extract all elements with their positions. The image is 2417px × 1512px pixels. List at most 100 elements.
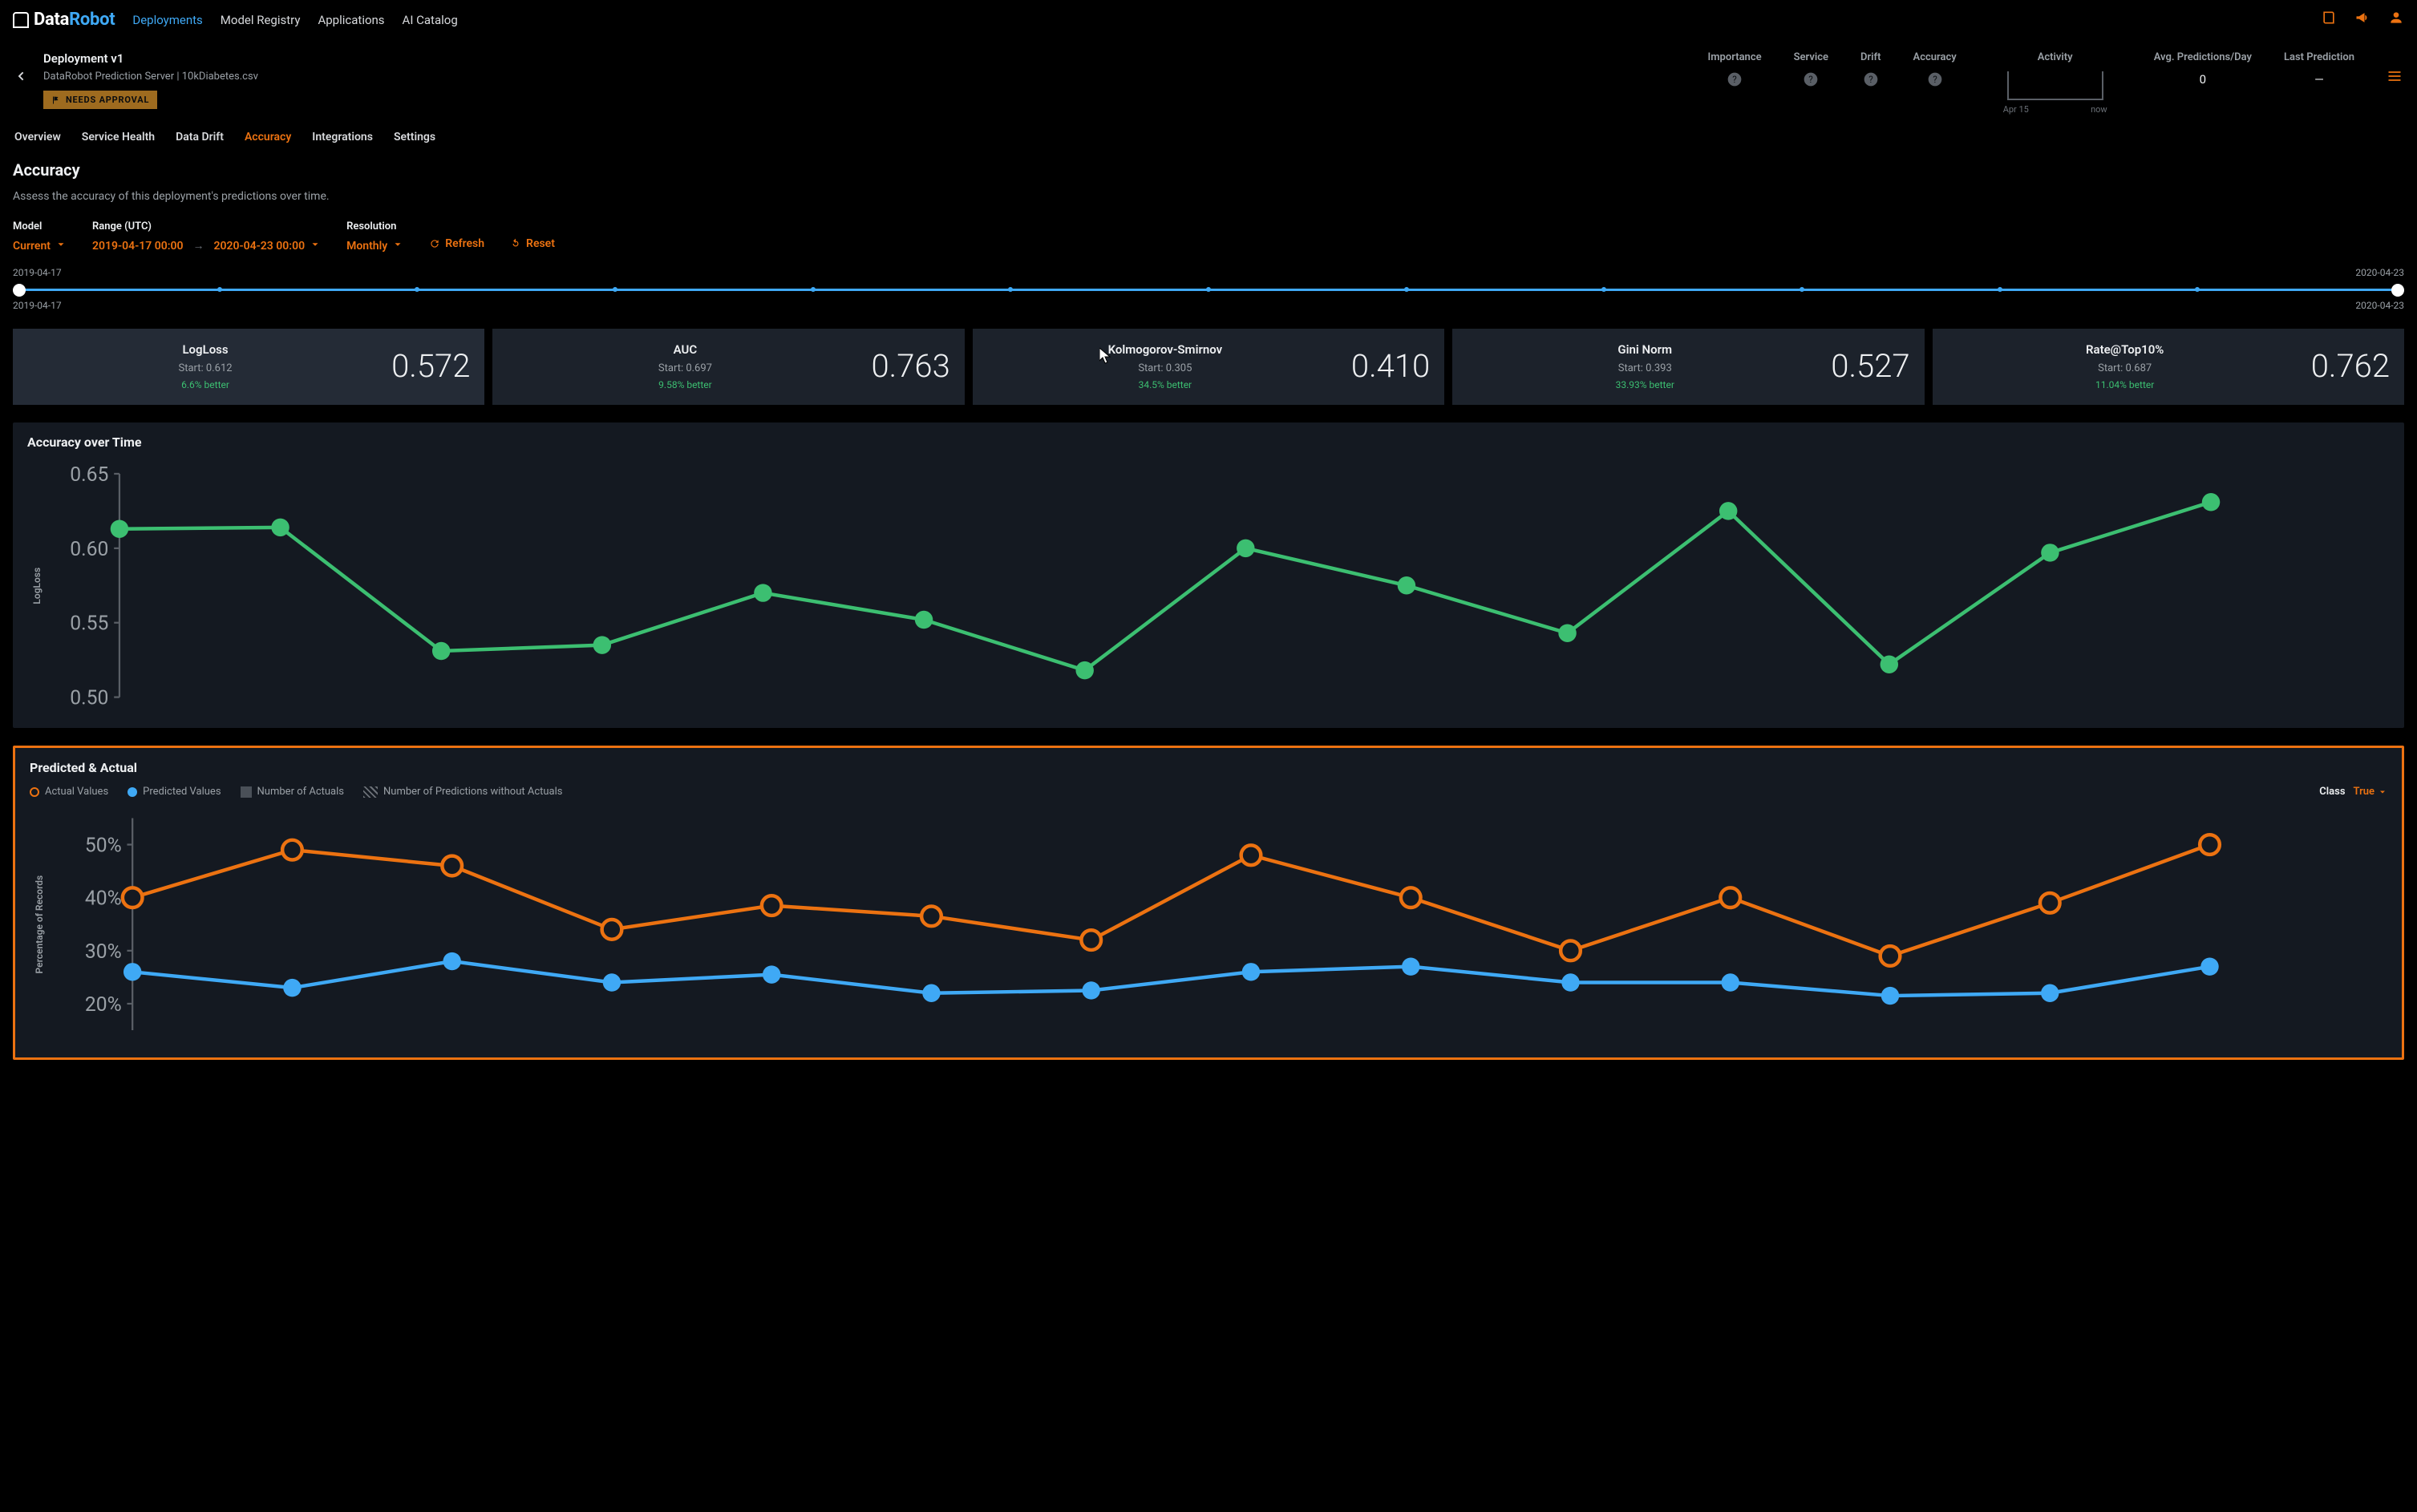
metric-card-better: 34.5% better bbox=[1139, 378, 1192, 392]
svg-text:?: ? bbox=[1809, 74, 1814, 85]
date-range-slider[interactable]: 2019-04-17 2020-04-23 2019-04-17 2020-04… bbox=[13, 266, 2404, 313]
help-icon[interactable]: ? bbox=[1727, 71, 1743, 87]
chevron-down-icon bbox=[55, 239, 67, 256]
metric-card[interactable]: Gini Norm Start: 0.393 33.93% better 0.5… bbox=[1452, 329, 1924, 405]
help-icon[interactable]: ? bbox=[1863, 71, 1879, 87]
model-filter-label: Model bbox=[13, 220, 67, 234]
metric-card-value: 0.527 bbox=[1831, 344, 1909, 389]
stat-accuracy-label: Accuracy bbox=[1913, 51, 1957, 65]
tab-data-drift[interactable]: Data Drift bbox=[176, 130, 224, 146]
deployment-menu-icon[interactable] bbox=[2387, 68, 2403, 90]
brand-text-1: Data bbox=[34, 10, 69, 30]
resolution-filter-value[interactable]: Monthly bbox=[346, 239, 403, 256]
tab-settings[interactable]: Settings bbox=[394, 130, 435, 146]
metric-card-start: Start: 0.305 bbox=[1138, 362, 1192, 376]
legend-pred-no-actuals: Number of Predictions without Actuals bbox=[363, 785, 563, 799]
legend-actual: Actual Values bbox=[30, 785, 108, 799]
metric-card[interactable]: Rate@Top10% Start: 0.687 11.04% better 0… bbox=[1933, 329, 2404, 405]
svg-text:0.60: 0.60 bbox=[70, 538, 108, 561]
nav-ai-catalog[interactable]: AI Catalog bbox=[403, 12, 458, 29]
refresh-icon bbox=[429, 238, 440, 249]
resolution-text: Monthly bbox=[346, 239, 387, 255]
metric-card[interactable]: Kolmogorov-Smirnov Start: 0.305 34.5% be… bbox=[973, 329, 1444, 405]
chart2-ylabel: Percentage of Records bbox=[30, 807, 50, 1041]
activity-sparkline bbox=[2007, 71, 2103, 100]
legend-num-actuals: Number of Actuals bbox=[241, 785, 344, 799]
top-nav: Deployments Model Registry Applications … bbox=[132, 12, 457, 29]
legend-pred-no-actuals-label: Number of Predictions without Actuals bbox=[383, 785, 563, 799]
refresh-button[interactable]: Refresh bbox=[429, 237, 484, 253]
resolution-filter-label: Resolution bbox=[346, 220, 403, 234]
metric-card-name: LogLoss bbox=[182, 342, 228, 358]
svg-text:0.65: 0.65 bbox=[70, 463, 108, 487]
deployment-subtitle: DataRobot Prediction Server | 10kDiabete… bbox=[43, 70, 258, 84]
metric-card-start: Start: 0.697 bbox=[658, 362, 712, 376]
range-filter-label: Range (UTC) bbox=[92, 220, 321, 234]
range-end: 2020-04-23 00:00 bbox=[214, 239, 306, 255]
tab-accuracy[interactable]: Accuracy bbox=[245, 130, 291, 146]
nav-applications[interactable]: Applications bbox=[318, 12, 384, 29]
back-button[interactable] bbox=[14, 70, 27, 88]
chart1-ylabel: LogLoss bbox=[27, 459, 47, 712]
slider-handle-right[interactable] bbox=[2391, 284, 2404, 297]
user-icon[interactable] bbox=[2388, 10, 2404, 31]
slider-bottom-left: 2019-04-17 bbox=[13, 299, 62, 313]
page-subtitle: Assess the accuracy of this deployment's… bbox=[13, 189, 2404, 205]
nav-model-registry[interactable]: Model Registry bbox=[221, 12, 301, 29]
docs-icon[interactable] bbox=[2321, 10, 2337, 31]
range-filter-value[interactable]: 2019-04-17 00:00 → 2020-04-23 00:00 bbox=[92, 239, 321, 256]
help-icon[interactable]: ? bbox=[1803, 71, 1819, 87]
flag-icon bbox=[51, 95, 61, 105]
chevron-down-icon bbox=[310, 239, 321, 256]
metric-card-start: Start: 0.612 bbox=[179, 362, 233, 376]
metric-card[interactable]: LogLoss Start: 0.612 6.6% better 0.572 bbox=[13, 329, 484, 405]
legend-pred-no-actuals-swatch bbox=[363, 786, 378, 798]
slider-handle-left[interactable] bbox=[13, 284, 26, 297]
announcements-icon[interactable] bbox=[2354, 10, 2370, 31]
page-title: Accuracy bbox=[13, 159, 2404, 181]
deployment-tabs: Overview Service Health Data Drift Accur… bbox=[0, 115, 2417, 154]
predicted-actual-panel: Predicted & Actual Actual Values Predict… bbox=[13, 746, 2404, 1060]
chart2-legend: Actual Values Predicted Values Number of… bbox=[30, 785, 2387, 799]
tab-service-health[interactable]: Service Health bbox=[82, 130, 155, 146]
logo-icon bbox=[13, 12, 29, 28]
slider-top-left: 2019-04-17 bbox=[13, 266, 62, 280]
reset-button[interactable]: Reset bbox=[510, 237, 555, 253]
reset-icon bbox=[510, 238, 521, 249]
class-selector[interactable]: True bbox=[2354, 785, 2387, 799]
tab-overview[interactable]: Overview bbox=[14, 130, 61, 146]
deployment-header: Deployment v1 DataRobot Prediction Serve… bbox=[0, 41, 2417, 116]
svg-text:50%: 50% bbox=[85, 835, 122, 858]
activity-end: now bbox=[2091, 103, 2107, 115]
chart1-title: Accuracy over Time bbox=[27, 434, 2390, 451]
stat-activity-label: Activity bbox=[2003, 51, 2107, 65]
metric-card[interactable]: AUC Start: 0.697 9.58% better 0.763 bbox=[492, 329, 964, 405]
nav-deployments[interactable]: Deployments bbox=[132, 12, 202, 29]
metric-card-better: 33.93% better bbox=[1616, 378, 1674, 392]
tag-label: NEEDS APPROVAL bbox=[66, 94, 149, 106]
tab-integrations[interactable]: Integrations bbox=[312, 130, 373, 146]
stat-last-pred-value: — bbox=[2284, 71, 2354, 88]
reset-label: Reset bbox=[526, 237, 555, 253]
chart1-plot: 0.500.550.600.65 bbox=[47, 459, 2390, 712]
model-filter-value[interactable]: Current bbox=[13, 239, 67, 256]
help-icon[interactable]: ? bbox=[1927, 71, 1943, 87]
stat-avg-pred-label: Avg. Predictions/Day bbox=[2154, 51, 2252, 65]
metric-card-name: Rate@Top10% bbox=[2086, 342, 2164, 358]
legend-actual-label: Actual Values bbox=[45, 785, 108, 799]
svg-text:30%: 30% bbox=[85, 940, 122, 964]
metric-card-start: Start: 0.393 bbox=[1618, 362, 1672, 376]
metric-card-better: 9.58% better bbox=[658, 378, 712, 392]
slider-ticks bbox=[19, 287, 2398, 293]
caret-down-icon bbox=[2378, 787, 2387, 797]
metric-card-name: Kolmogorov-Smirnov bbox=[1108, 342, 1223, 358]
model-filter-text: Current bbox=[13, 239, 51, 255]
svg-text:?: ? bbox=[1732, 74, 1737, 85]
chart2-title: Predicted & Actual bbox=[30, 759, 2387, 777]
brand-logo[interactable]: DataRobot bbox=[13, 8, 115, 33]
metric-card-value: 0.572 bbox=[391, 344, 470, 389]
legend-predicted: Predicted Values bbox=[128, 785, 221, 799]
metric-card-start: Start: 0.687 bbox=[2098, 362, 2152, 376]
metric-card-value: 0.410 bbox=[1351, 344, 1430, 389]
slider-top-right: 2020-04-23 bbox=[2355, 266, 2404, 280]
